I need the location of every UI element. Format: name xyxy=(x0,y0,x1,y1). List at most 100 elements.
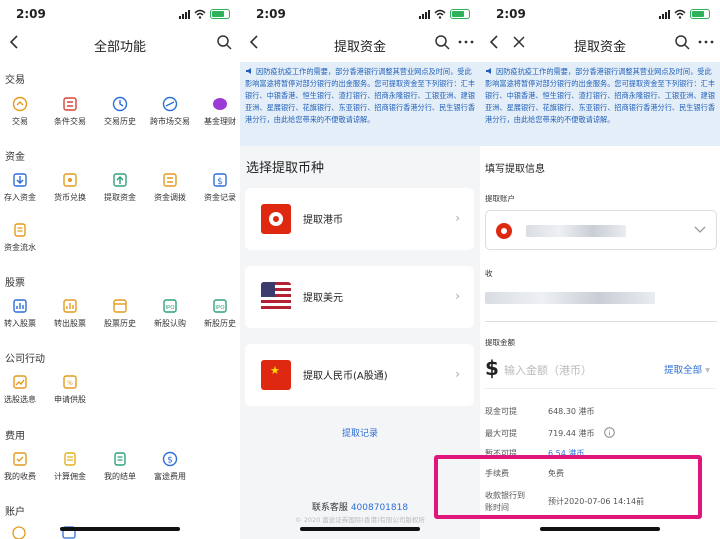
status-time: 2:09 xyxy=(256,7,286,21)
amount-input[interactable]: 输入金额（港币） xyxy=(504,362,592,378)
function-stock-history[interactable]: 股票历史 xyxy=(96,298,144,329)
section-title: 公司行动 xyxy=(5,354,45,365)
divider xyxy=(485,388,715,389)
withdraw-records-link[interactable]: 提取记录 xyxy=(240,426,480,439)
redacted-bank xyxy=(485,292,655,304)
account-icon xyxy=(12,526,26,539)
function-calc-commission[interactable]: 计算佣金 xyxy=(46,451,94,482)
stock-history-icon xyxy=(113,299,127,313)
withdraw-cny-option[interactable]: ★ 提取人民币(A股通) › xyxy=(245,344,474,406)
section-title: 股票 xyxy=(5,278,25,289)
function-transfer-out-stock[interactable]: 转出股票 xyxy=(46,298,94,329)
account-label: 提取账户 xyxy=(485,194,515,203)
function-fund-records[interactable]: $ 资金记录 xyxy=(196,172,240,203)
section-title: 费用 xyxy=(5,431,25,442)
status-bar: 2:09 xyxy=(0,0,240,30)
search-icon[interactable] xyxy=(674,34,690,50)
function-fund-flow[interactable]: 资金流水 xyxy=(0,222,44,253)
status-icons xyxy=(419,9,470,19)
charges-icon xyxy=(13,452,27,466)
more-icon[interactable] xyxy=(458,40,474,44)
battery-icon xyxy=(450,9,470,19)
section-title: 交易 xyxy=(5,75,25,86)
function-ipo-subscribe[interactable]: IPO 新股认购 xyxy=(146,298,194,329)
ipo-history-icon: IPO xyxy=(213,299,227,313)
amount-label: 提取金额 xyxy=(485,338,515,347)
cross-market-icon xyxy=(162,96,178,112)
status-icons xyxy=(179,9,230,19)
trade-icon xyxy=(12,96,28,112)
signal-icon xyxy=(659,9,670,19)
caret-icon: ▾ xyxy=(705,365,710,376)
row-value: 648.30 港币 xyxy=(548,407,595,416)
battery-icon xyxy=(210,9,230,19)
function-futu-fees[interactable]: $ 富途费用 xyxy=(146,451,194,482)
chevron-down-icon xyxy=(694,226,706,233)
function-select-dividend[interactable]: 选股选息 xyxy=(0,374,44,405)
nav-bar: 提取资金 xyxy=(240,30,480,62)
option-label: 提取人民币(A股通) xyxy=(303,371,388,382)
function-fund-transfer[interactable]: 资金调拨 xyxy=(146,172,194,203)
receiving-bank-select[interactable] xyxy=(485,282,717,322)
function-trade-history[interactable]: 交易历史 xyxy=(96,96,144,127)
section-title: 资金 xyxy=(5,152,25,163)
withdraw-all-button[interactable]: 提取全部 ▾ xyxy=(664,362,710,376)
fill-info-title: 填写提取信息 xyxy=(485,164,545,175)
service-phone-link[interactable]: 4008701818 xyxy=(351,503,408,513)
status-time: 2:09 xyxy=(16,7,46,21)
speaker-icon xyxy=(486,68,491,74)
info-icon[interactable]: i xyxy=(604,427,615,438)
function-my-charges[interactable]: 我的收费 xyxy=(0,451,44,482)
more-icon[interactable] xyxy=(698,40,714,44)
transfer-icon xyxy=(163,173,177,187)
row-label: 现金可提 xyxy=(485,407,517,416)
svg-text:$: $ xyxy=(167,456,173,466)
withdraw-hkd-option[interactable]: 提取港币 › xyxy=(245,188,474,250)
function-conditional-trade[interactable]: 条件交易 xyxy=(46,96,94,127)
nav-bar: 提取资金 xyxy=(480,30,720,62)
notice-banner: 因防疫抗疫工作的需要，部分香港银行调整其营业网点及时间，受此影响富途将暂停对部分… xyxy=(240,62,480,146)
function-my-statements[interactable]: 我的结单 xyxy=(96,451,144,482)
svg-text:IPO: IPO xyxy=(215,305,225,311)
cn-flag-icon: ★ xyxy=(261,360,291,390)
chevron-right-icon: › xyxy=(455,289,460,303)
chevron-right-icon: › xyxy=(455,211,460,225)
stock-in-icon xyxy=(13,299,27,313)
stock-out-icon xyxy=(63,299,77,313)
chevron-right-icon: › xyxy=(455,367,460,381)
account-select[interactable] xyxy=(485,210,717,250)
home-indicator xyxy=(60,527,180,531)
function-cross-market-trade[interactable]: 跨市场交易 xyxy=(146,96,194,127)
hk-flag-icon xyxy=(261,204,291,234)
statement-icon xyxy=(114,452,126,466)
nav-bar: 全部功能 xyxy=(0,30,240,58)
function-deposit[interactable]: 存入资金 xyxy=(0,172,44,203)
search-icon[interactable] xyxy=(434,34,450,50)
signal-icon xyxy=(179,9,190,19)
function-trade[interactable]: 交易 xyxy=(0,96,44,127)
deposit-icon xyxy=(13,173,27,187)
function-withdraw[interactable]: 提取资金 xyxy=(96,172,144,203)
function-rights-issue[interactable]: % 申请供股 xyxy=(46,374,94,405)
wifi-icon xyxy=(194,9,206,19)
svg-text:$: $ xyxy=(217,177,223,187)
service-label: 联系客服 xyxy=(311,503,348,513)
dividend-icon xyxy=(13,375,27,389)
notice-banner: 因防疫抗疫工作的需要，部分香港银行调整其营业网点及时间，受此影响富途将暂停对部分… xyxy=(480,62,720,146)
function-fund[interactable]: 基金理财 xyxy=(196,96,240,127)
receive-label: 收 xyxy=(485,269,493,278)
highlight-box xyxy=(434,455,702,519)
fund-elephant-icon xyxy=(213,98,227,110)
function-currency-exchange[interactable]: 货币兑换 xyxy=(46,172,94,203)
withdraw-icon xyxy=(113,173,127,187)
us-flag-icon xyxy=(261,282,291,312)
svg-text:%: % xyxy=(67,380,73,387)
status-icons xyxy=(659,9,710,19)
signal-icon xyxy=(419,9,430,19)
function-transfer-in-stock[interactable]: 转入股票 xyxy=(0,298,44,329)
withdraw-usd-option[interactable]: 提取美元 › xyxy=(245,266,474,328)
function-ipo-history[interactable]: IPO 新股历史 xyxy=(196,298,240,329)
home-indicator xyxy=(540,527,660,531)
home-indicator xyxy=(300,527,420,531)
search-icon[interactable] xyxy=(216,34,232,50)
